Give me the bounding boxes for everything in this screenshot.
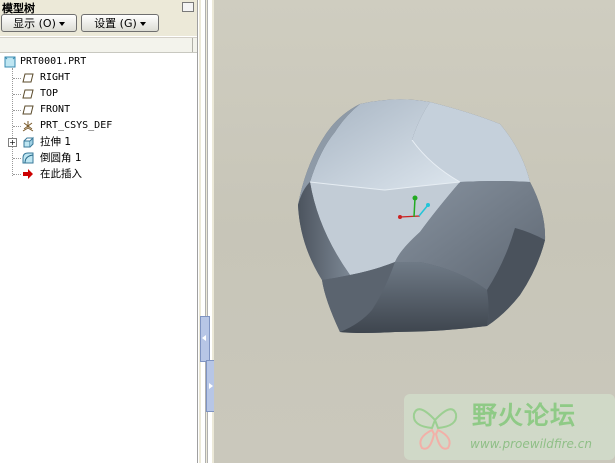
part-icon bbox=[4, 56, 16, 68]
settings-menu-label: 设置 (G) bbox=[94, 17, 137, 30]
tree-connector-line bbox=[13, 78, 21, 79]
dropdown-arrow-icon bbox=[58, 22, 65, 26]
datum-plane-icon bbox=[22, 105, 34, 115]
tree-connector-line bbox=[12, 68, 13, 176]
collapse-arrow-icon bbox=[202, 335, 206, 341]
tree-item-label: TOP bbox=[40, 88, 59, 99]
tree-item-label: PRT0001.PRT bbox=[20, 56, 87, 67]
coordinate-system-icon bbox=[22, 121, 34, 132]
butterfly-logo-icon bbox=[412, 408, 458, 450]
expand-arrow-icon bbox=[209, 383, 213, 389]
settings-menu-button[interactable]: 设置 (G) bbox=[81, 14, 159, 32]
collapse-panel-button[interactable] bbox=[200, 316, 210, 362]
tree-item-label: FRONT bbox=[40, 104, 71, 115]
model-tree-panel: 模型树 显示 (O) 设置 (G) PRT0001.PRT RIGHT TOP bbox=[0, 0, 198, 463]
datum-plane-icon bbox=[22, 89, 34, 99]
model-tree-header: 模型树 显示 (O) 设置 (G) bbox=[0, 0, 197, 36]
insert-here-arrow-icon bbox=[23, 169, 33, 179]
tree-item-label: RIGHT bbox=[40, 72, 71, 83]
watermark-url: www.proewildfire.cn bbox=[470, 437, 592, 451]
watermark-title: 野火论坛 bbox=[472, 401, 577, 430]
tree-item-label: 在此插入 bbox=[40, 168, 82, 180]
datum-plane-icon bbox=[22, 73, 34, 83]
column-separator[interactable] bbox=[192, 38, 193, 52]
extrude-icon bbox=[23, 136, 34, 148]
round-icon bbox=[22, 152, 34, 164]
tree-item-label: 拉伸 1 bbox=[40, 136, 72, 148]
tree-connector-line bbox=[13, 174, 21, 175]
tree-connector-line bbox=[13, 110, 21, 111]
display-menu-button[interactable]: 显示 (O) bbox=[1, 14, 77, 32]
panel-close-icon[interactable] bbox=[182, 2, 194, 12]
tree-connector-line bbox=[13, 94, 21, 95]
tree-item-label: PRT_CSYS_DEF bbox=[40, 120, 113, 131]
dropdown-arrow-icon bbox=[139, 22, 146, 26]
tree-expand-icon[interactable]: + bbox=[8, 138, 17, 147]
display-menu-label: 显示 (O) bbox=[13, 17, 56, 30]
tree-connector-line bbox=[13, 158, 21, 159]
tree-connector-line bbox=[13, 126, 21, 127]
tree-column-header[interactable] bbox=[0, 37, 197, 53]
tree-item-label: 倒圆角 1 bbox=[40, 152, 82, 164]
